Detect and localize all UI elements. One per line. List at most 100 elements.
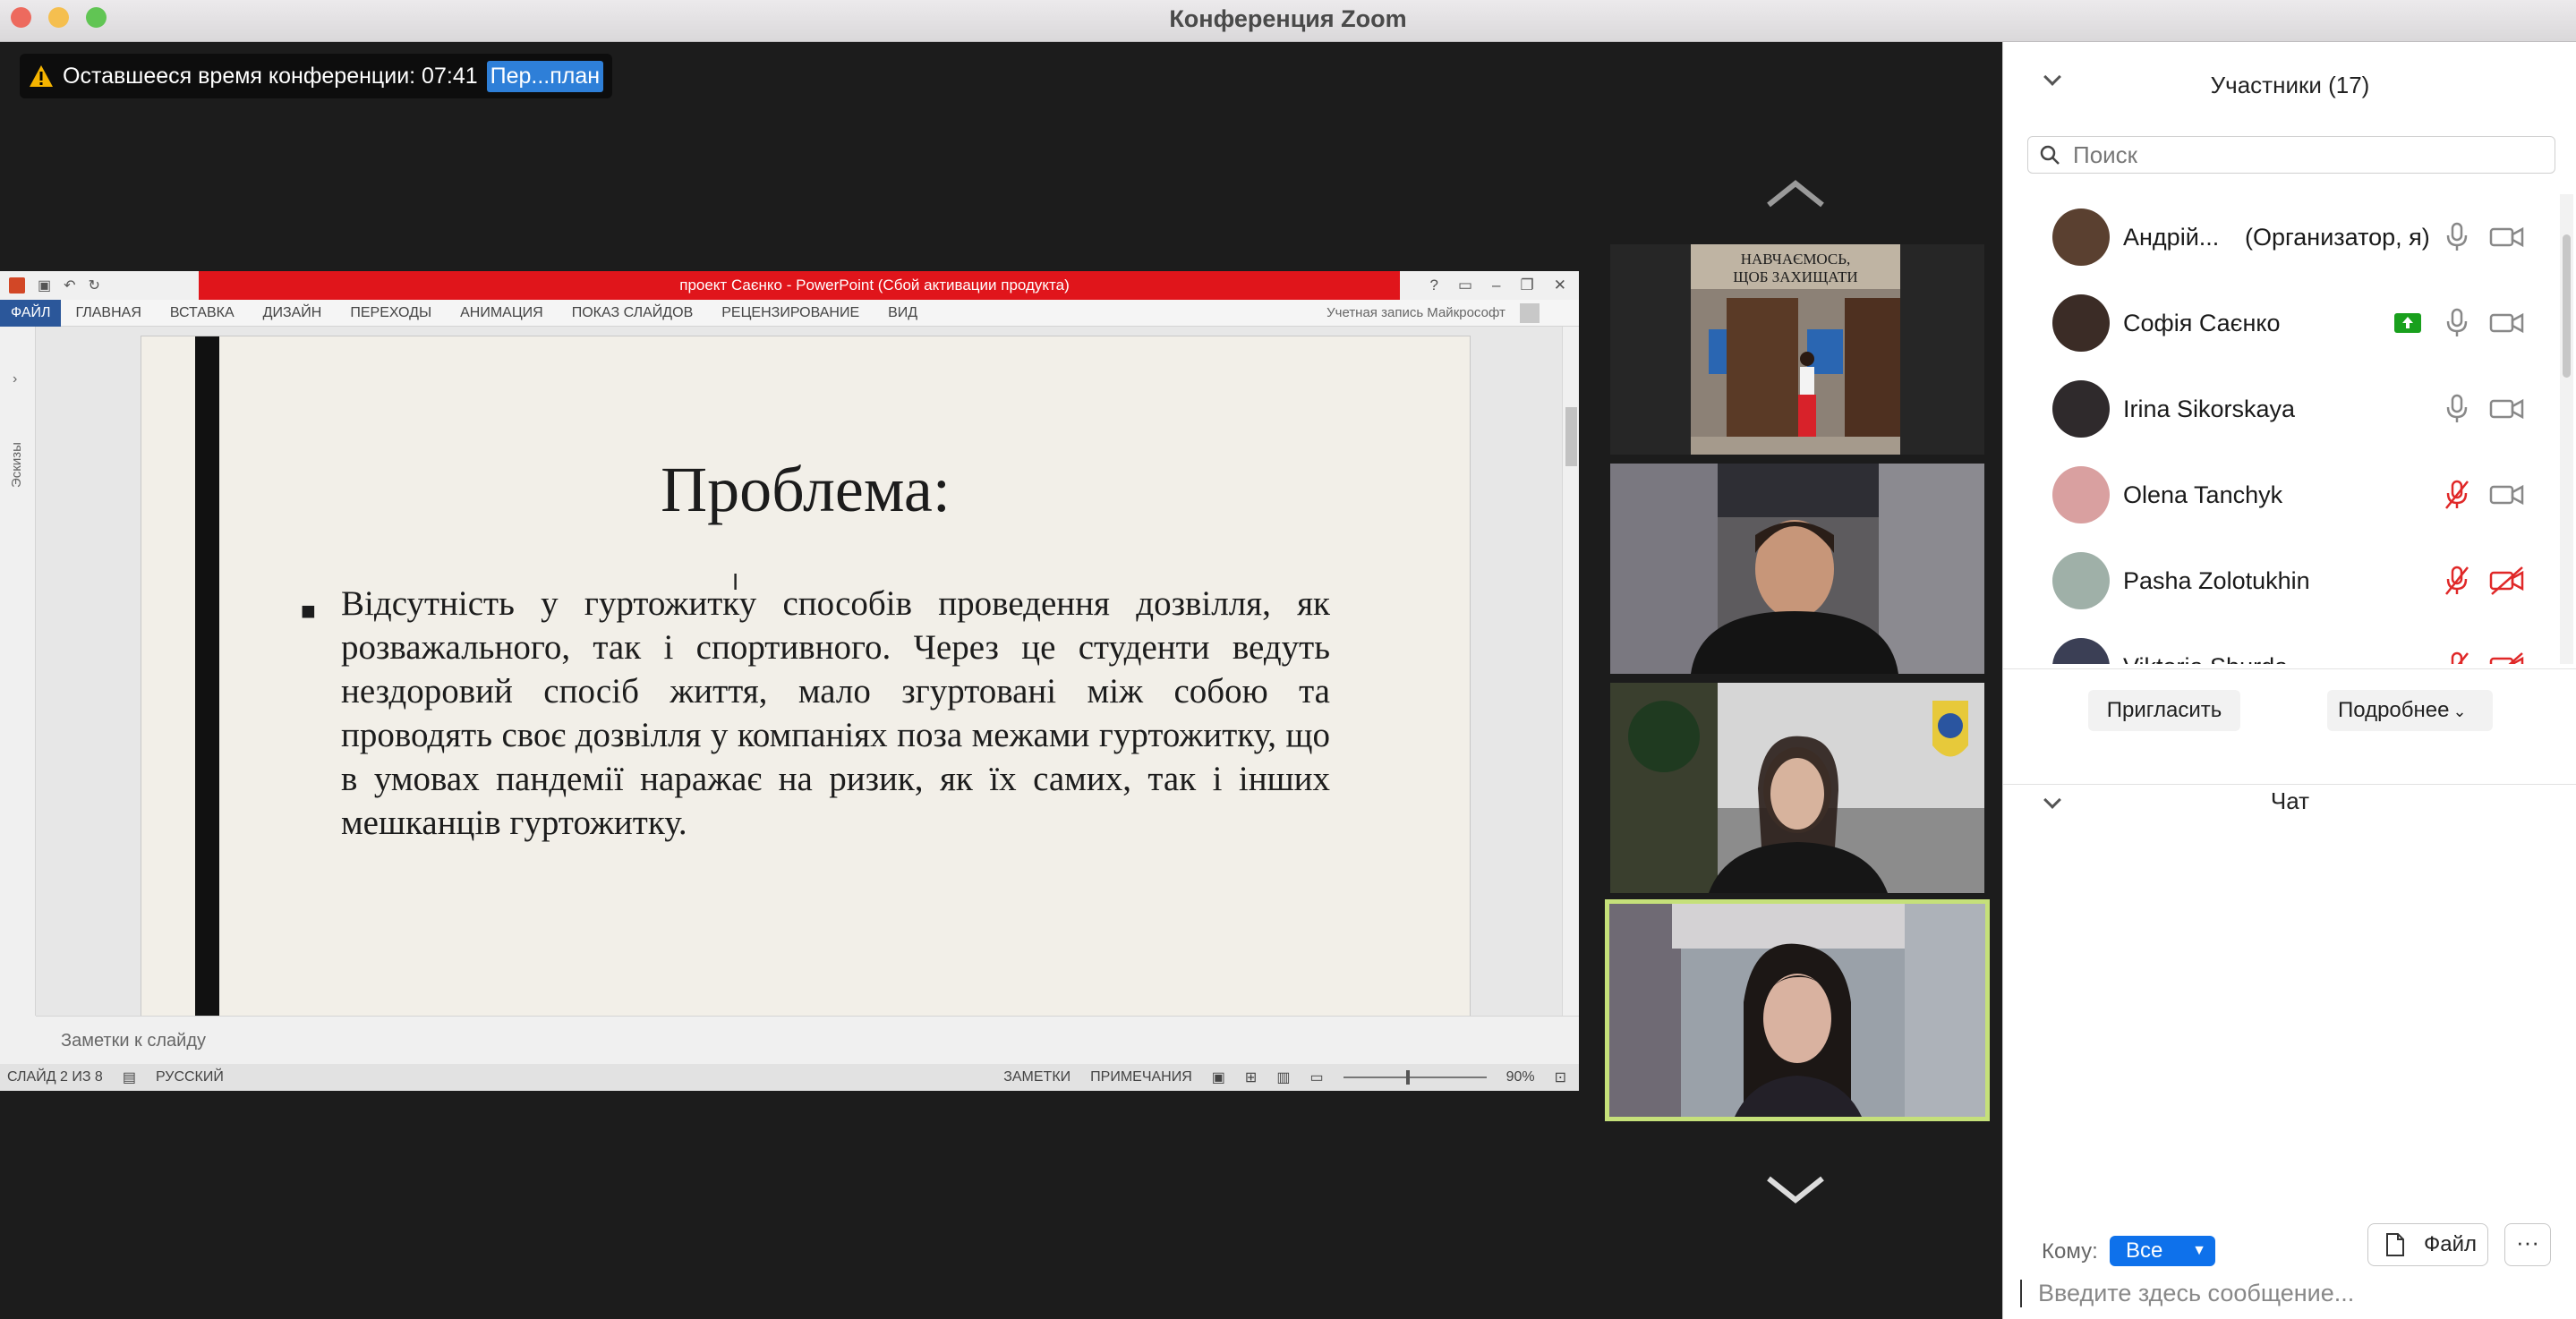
participant-name: Pasha Zolotukhin xyxy=(2123,566,2310,594)
powerpoint-icon xyxy=(9,277,25,294)
redo-icon[interactable]: ↻ xyxy=(89,277,100,294)
scrollbar-thumb[interactable] xyxy=(2563,234,2571,378)
tab-home[interactable]: ГЛАВНАЯ xyxy=(61,305,155,321)
slide-sorter-icon[interactable]: ⊞ xyxy=(1245,1068,1257,1086)
zoom-slider[interactable] xyxy=(1343,1070,1487,1085)
slide-notes[interactable]: Заметки к слайду xyxy=(36,1016,1579,1064)
participant-row[interactable]: Софія Саєнко xyxy=(2003,280,2559,366)
video-tile[interactable] xyxy=(1610,683,1984,893)
banner-line-1: НАВЧАЄМОСЬ, xyxy=(1741,251,1851,268)
more-options-label: Подробнее xyxy=(2338,698,2450,722)
meeting-timer-bar: Оставшееся время конференции: 07:41 Пер.… xyxy=(20,54,613,98)
participant-row[interactable]: Андрій... (Организатор, я) xyxy=(2003,194,2559,280)
microphone-icon[interactable] xyxy=(2444,307,2470,339)
save-icon[interactable]: ▣ xyxy=(38,277,51,294)
video-tile-active-speaker[interactable] xyxy=(1605,899,1990,1121)
chevron-down-icon: ⌄ xyxy=(2452,702,2467,720)
scrollbar-thumb[interactable] xyxy=(1565,407,1577,466)
recipient-value: Все xyxy=(2126,1238,2163,1263)
camera-icon[interactable] xyxy=(2488,307,2526,339)
minimize-window-button[interactable] xyxy=(48,7,69,28)
normal-view-icon[interactable]: ▣ xyxy=(1212,1068,1225,1086)
slide[interactable]: Проблема: ■ Відсутність у гуртожитку спо… xyxy=(141,336,1471,1034)
ribbon-options-icon[interactable]: ▭ xyxy=(1458,277,1472,294)
ppt-account-label[interactable]: Учетная запись Майкрософт xyxy=(1326,300,1540,327)
bullet-icon: ■ xyxy=(301,597,316,625)
shared-screen-padding xyxy=(0,1091,1579,1157)
microphone-icon[interactable] xyxy=(2444,221,2470,253)
participants-scrollbar[interactable] xyxy=(2560,194,2573,664)
ppt-minimize-icon[interactable]: – xyxy=(1492,277,1500,294)
reading-view-icon[interactable]: ▥ xyxy=(1276,1068,1290,1086)
microphone-muted-icon[interactable] xyxy=(2444,479,2470,511)
slideshow-icon[interactable]: ▭ xyxy=(1309,1068,1323,1086)
shared-screen-powerpoint: ▣ ↶ ↻ проект Саєнко - PowerPoint (Сбой а… xyxy=(0,271,1579,1157)
camera-icon[interactable] xyxy=(2488,479,2526,511)
camera-icon[interactable] xyxy=(2488,393,2526,425)
help-icon[interactable]: ? xyxy=(1430,277,1438,294)
fit-slide-icon[interactable]: ⊡ xyxy=(1555,1068,1566,1086)
participant-row[interactable]: Irina Sikorskaya xyxy=(2003,366,2559,452)
search-input[interactable] xyxy=(2073,140,2538,169)
microphone-icon[interactable] xyxy=(2444,393,2470,425)
account-text: Учетная запись Майкрософт xyxy=(1326,305,1506,320)
notes-toggle[interactable]: ЗАМЕТКИ xyxy=(1003,1069,1070,1085)
tab-transitions[interactable]: ПЕРЕХОДЫ xyxy=(336,305,446,321)
video-tile[interactable]: НАВЧАЄМОСЬ, ЩОБ ЗАХИЩАТИ xyxy=(1610,244,1984,455)
video-woman-in-office xyxy=(1610,683,1984,893)
camera-icon[interactable] xyxy=(2488,221,2526,253)
slide-scrollbar[interactable] xyxy=(1562,327,1579,1016)
ppt-window-buttons: ? ▭ – ❐ ✕ xyxy=(1400,271,1579,300)
warning-icon xyxy=(30,65,53,87)
thumbnails-label: Эскизы xyxy=(9,442,24,488)
spellcheck-icon[interactable]: ▤ xyxy=(123,1068,136,1086)
text-cursor-icon: I xyxy=(732,568,739,595)
expand-chevron-icon[interactable]: › xyxy=(13,371,17,387)
participants-actions: Пригласить Подробнее ⌄ xyxy=(2003,668,2576,785)
undo-icon[interactable]: ↶ xyxy=(64,277,75,294)
chat-message-input[interactable] xyxy=(2020,1280,2557,1307)
camera-off-icon[interactable] xyxy=(2488,565,2526,597)
microphone-muted-icon[interactable] xyxy=(2444,565,2470,597)
zoom-level[interactable]: 90% xyxy=(1506,1069,1535,1085)
file-button[interactable]: Файл xyxy=(2367,1223,2488,1266)
scroll-down-chevron-icon[interactable] xyxy=(1760,1171,1831,1207)
close-window-button[interactable] xyxy=(11,7,31,28)
participant-row[interactable]: Olena Tanchyk xyxy=(2003,452,2559,538)
language-label[interactable]: РУССКИЙ xyxy=(156,1069,224,1085)
participant-row[interactable]: Viktoria Shurda xyxy=(2003,624,2559,664)
comments-toggle[interactable]: ПРИМЕЧАНИЯ xyxy=(1090,1069,1192,1085)
tab-file[interactable]: ФАЙЛ xyxy=(0,299,62,327)
video-tile[interactable] xyxy=(1610,464,1984,674)
chat-messages-area xyxy=(2003,838,2576,1205)
zoom-window-button[interactable] xyxy=(86,7,107,28)
tab-animation[interactable]: АНИМАЦИЯ xyxy=(446,305,558,321)
microphone-muted-icon[interactable] xyxy=(2444,651,2470,664)
upgrade-plan-button[interactable]: Пер...план xyxy=(486,60,604,92)
banner-line-2: ЩОБ ЗАХИЩАТИ xyxy=(1733,268,1857,285)
recipient-dropdown[interactable]: Все ▼ xyxy=(2110,1236,2215,1266)
tab-slideshow[interactable]: ПОКАЗ СЛАЙДОВ xyxy=(558,305,708,321)
tab-insert[interactable]: ВСТАВКА xyxy=(156,305,249,321)
account-avatar-icon xyxy=(1520,303,1540,324)
participant-name: Viktoria Shurda xyxy=(2123,653,2288,665)
chat-more-button[interactable]: ··· xyxy=(2504,1223,2551,1266)
invite-button[interactable]: Пригласить xyxy=(2088,690,2240,731)
video-young-woman xyxy=(1609,904,1985,1117)
scroll-up-chevron-icon[interactable] xyxy=(1760,174,1831,210)
avatar xyxy=(2052,208,2110,266)
tab-review[interactable]: РЕЦЕНЗИРОВАНИЕ xyxy=(707,305,874,321)
slide-title: Проблема: xyxy=(661,454,951,525)
tab-view[interactable]: ВИД xyxy=(874,305,932,321)
camera-off-icon[interactable] xyxy=(2488,651,2526,664)
avatar xyxy=(2052,638,2110,664)
ppt-restore-icon[interactable]: ❐ xyxy=(1521,277,1534,294)
participant-row[interactable]: Pasha Zolotukhin xyxy=(2003,538,2559,624)
ppt-close-icon[interactable]: ✕ xyxy=(1554,277,1566,294)
participant-name: Irina Sikorskaya xyxy=(2123,395,2296,422)
window-titlebar: Конференция Zoom xyxy=(0,0,2576,42)
tab-design[interactable]: ДИЗАЙН xyxy=(249,305,337,321)
thumbnails-pane[interactable]: › Эскизы xyxy=(0,327,36,1016)
more-options-button[interactable]: Подробнее ⌄ xyxy=(2327,690,2493,731)
participants-search[interactable] xyxy=(2027,136,2555,174)
